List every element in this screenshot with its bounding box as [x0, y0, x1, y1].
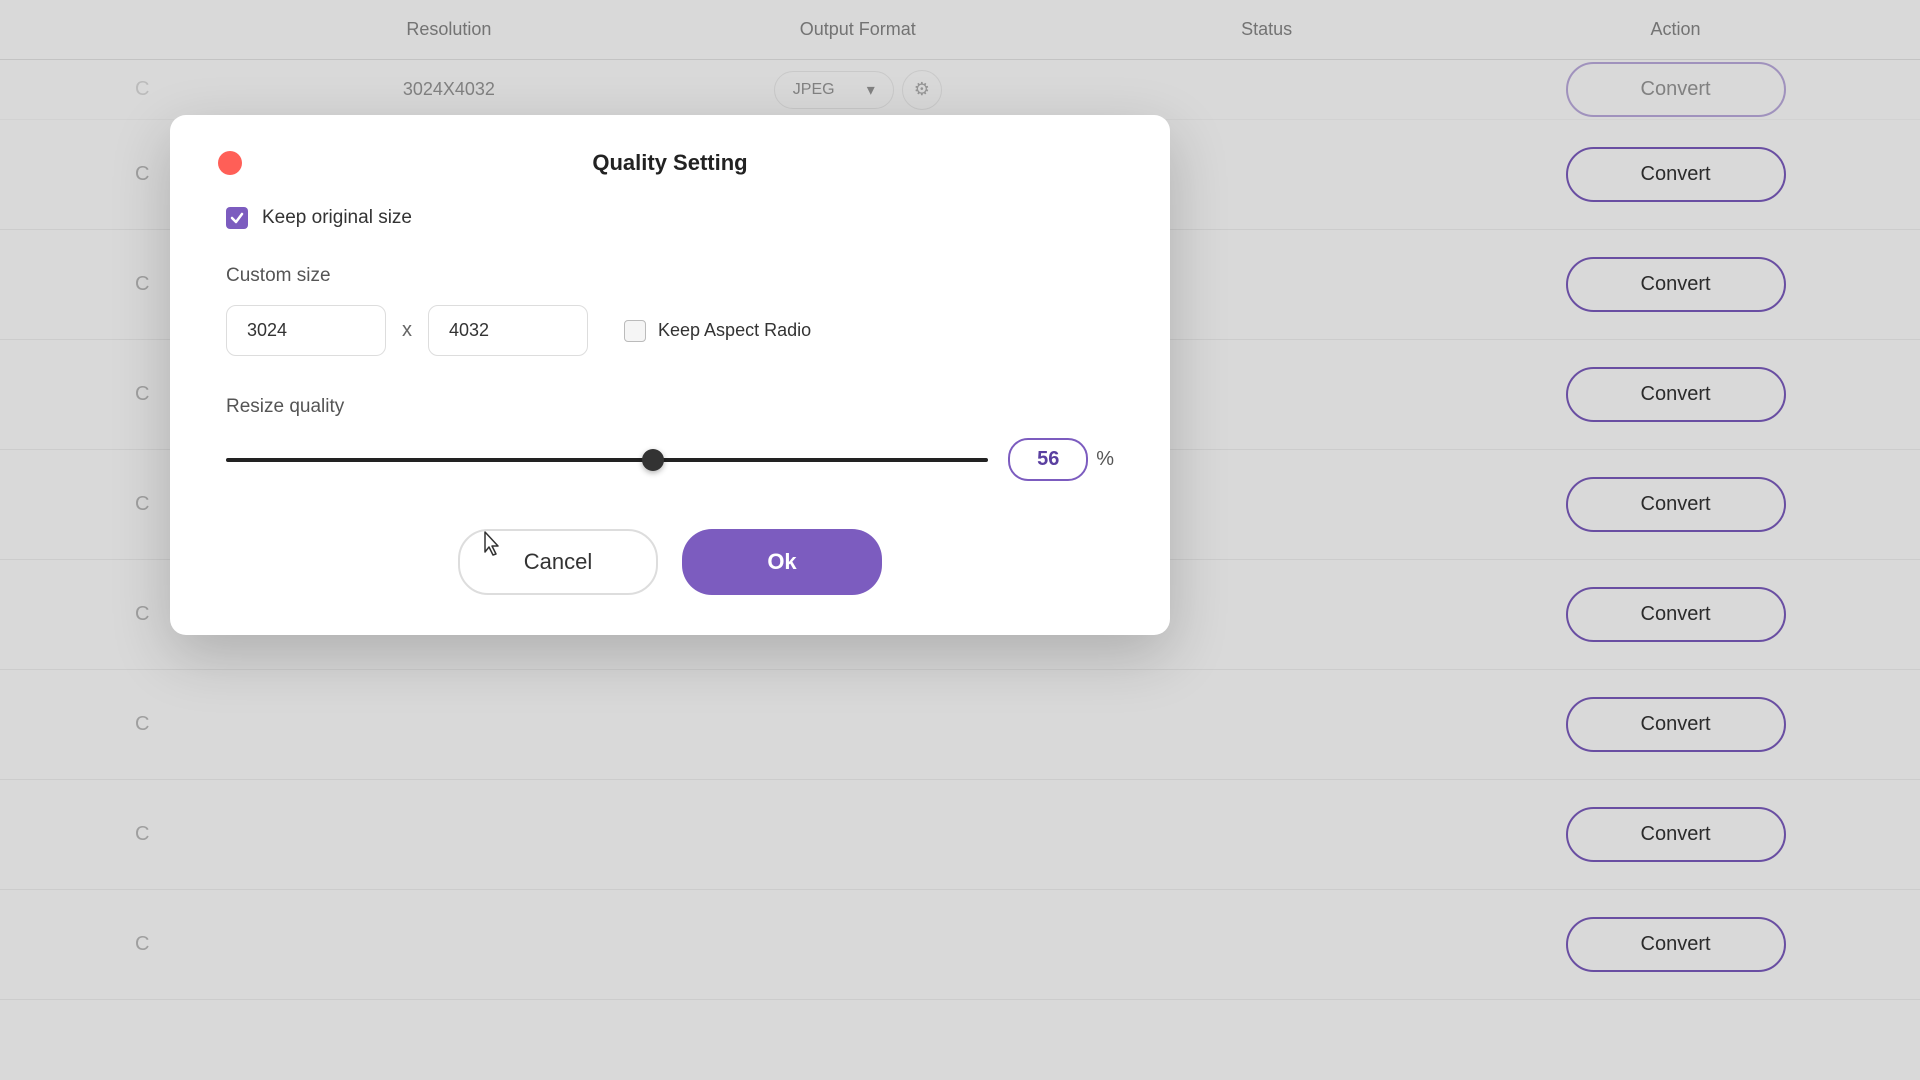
x-separator: x	[402, 319, 412, 342]
keep-original-checkbox[interactable]	[226, 207, 248, 229]
height-input[interactable]	[428, 305, 588, 356]
quality-value-input[interactable]	[1008, 438, 1088, 481]
dialog-body: Keep original size Custom size x Keep As…	[218, 207, 1122, 481]
keep-aspect-label: Keep Aspect Radio	[658, 320, 811, 341]
dialog-title-bar: Quality Setting	[218, 151, 1122, 175]
resize-quality-label: Resize quality	[226, 396, 1114, 418]
quality-input-wrap: %	[1008, 438, 1114, 481]
dialog-buttons: Cancel Ok	[218, 529, 1122, 595]
slider-track	[226, 458, 988, 462]
keep-original-row: Keep original size	[226, 207, 1114, 229]
close-button[interactable]	[218, 151, 242, 175]
dialog-title: Quality Setting	[592, 150, 747, 176]
slider-thumb[interactable]	[642, 449, 664, 471]
width-input[interactable]	[226, 305, 386, 356]
keep-aspect-row: Keep Aspect Radio	[624, 320, 811, 342]
size-inputs-row: x Keep Aspect Radio	[226, 305, 1114, 356]
checkmark-icon	[230, 211, 244, 225]
quality-slider-container[interactable]	[226, 448, 988, 472]
keep-aspect-checkbox[interactable]	[624, 320, 646, 342]
ok-button[interactable]: Ok	[682, 529, 882, 595]
quality-setting-dialog: Quality Setting Keep original size Custo…	[170, 115, 1170, 635]
keep-original-label: Keep original size	[262, 207, 412, 229]
custom-size-label: Custom size	[226, 265, 1114, 287]
cancel-button[interactable]: Cancel	[458, 529, 658, 595]
percent-label: %	[1096, 448, 1114, 471]
quality-row: %	[226, 438, 1114, 481]
